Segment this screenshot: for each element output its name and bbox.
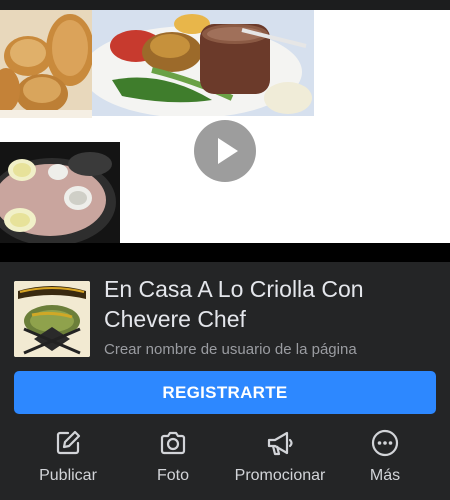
photo-button[interactable]: Foto xyxy=(148,424,198,494)
page-logo[interactable] xyxy=(14,281,90,357)
top-bar xyxy=(0,0,450,10)
create-username-link[interactable]: Crear nombre de usuario de la página xyxy=(104,341,434,359)
camera-icon xyxy=(160,431,186,455)
food-platter-photo xyxy=(92,10,314,116)
more-icon xyxy=(371,429,399,457)
page-action-bar: Publicar Foto Promocionar Más xyxy=(0,424,450,500)
page-title[interactable]: En Casa A Lo Criolla Con Chevere Chef xyxy=(104,274,434,334)
promote-button[interactable]: Promocionar xyxy=(228,424,332,494)
publish-label: Publicar xyxy=(39,467,97,484)
more-button[interactable]: Más xyxy=(358,424,412,494)
promote-label: Promocionar xyxy=(234,467,326,484)
more-label: Más xyxy=(369,467,401,484)
video-thumbnail[interactable] xyxy=(0,10,450,262)
publish-button[interactable]: Publicar xyxy=(28,424,108,494)
play-icon xyxy=(218,138,238,164)
register-button[interactable]: REGISTRARTE xyxy=(14,371,436,414)
photo-label: Foto xyxy=(156,467,189,484)
edit-icon xyxy=(56,430,81,455)
play-button[interactable] xyxy=(194,120,256,182)
bread-photo xyxy=(0,10,92,118)
page-header: En Casa A Lo Criolla Con Chevere Chef Cr… xyxy=(0,262,450,370)
megaphone-icon xyxy=(267,431,293,456)
video-letterbox xyxy=(0,243,450,262)
fish-dish-photo xyxy=(0,142,120,253)
